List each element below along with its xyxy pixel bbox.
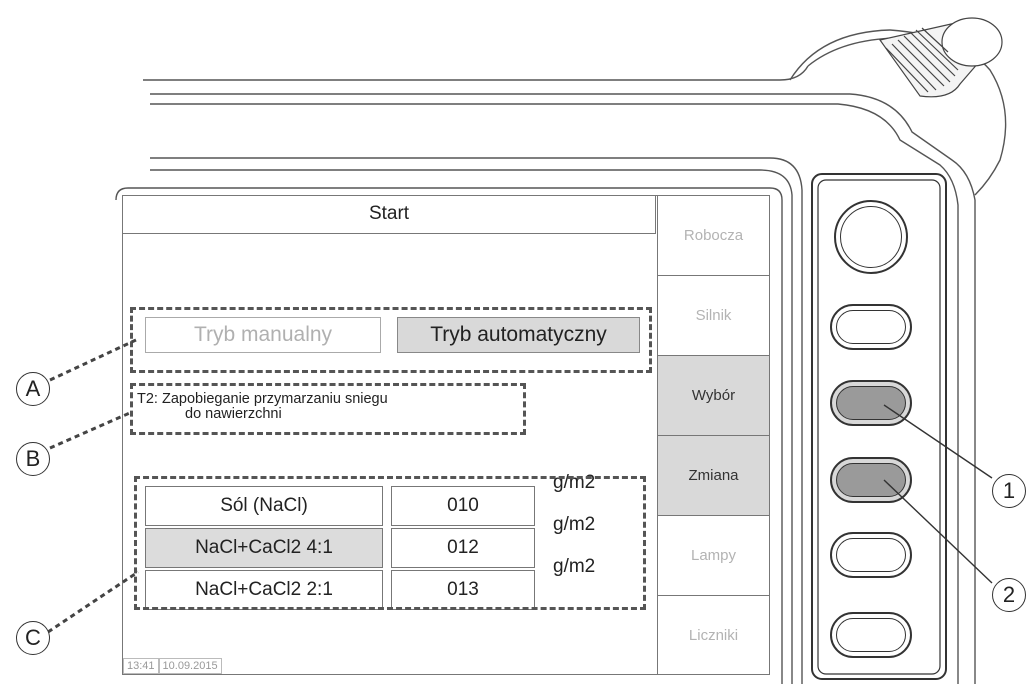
callout-b: B — [16, 442, 50, 476]
callout-1: 1 — [992, 474, 1026, 508]
callout-c: C — [16, 621, 50, 655]
leader-lines — [47, 338, 993, 634]
callout-2: 2 — [992, 578, 1026, 612]
callout-a: A — [16, 372, 50, 406]
